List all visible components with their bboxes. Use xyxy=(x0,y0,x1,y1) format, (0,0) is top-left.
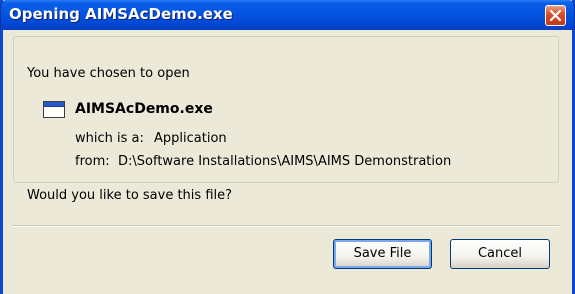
close-button[interactable] xyxy=(545,5,566,26)
save-file-dialog: Opening AIMSAcDemo.exe You have chosen t… xyxy=(0,0,575,294)
dialog-body: You have chosen to open AIMSAcDemo.exe w… xyxy=(3,30,572,294)
type-label: which is a: xyxy=(75,131,144,146)
save-file-button[interactable]: Save File xyxy=(333,239,432,269)
title-bar[interactable]: Opening AIMSAcDemo.exe xyxy=(0,0,575,30)
dialog-title: Opening AIMSAcDemo.exe xyxy=(9,5,233,23)
from-label: from: xyxy=(75,154,110,169)
intro-text: You have chosen to open xyxy=(27,66,190,81)
from-path: D:\Software Installations\AIMS\AIMS Demo… xyxy=(118,154,452,169)
question-text: Would you like to save this file? xyxy=(27,188,233,203)
type-value: Application xyxy=(154,131,227,146)
file-name: AIMSAcDemo.exe xyxy=(75,101,213,117)
cancel-button[interactable]: Cancel xyxy=(450,239,550,269)
application-window-icon xyxy=(43,101,65,118)
button-separator xyxy=(13,225,559,227)
close-icon xyxy=(550,10,561,21)
